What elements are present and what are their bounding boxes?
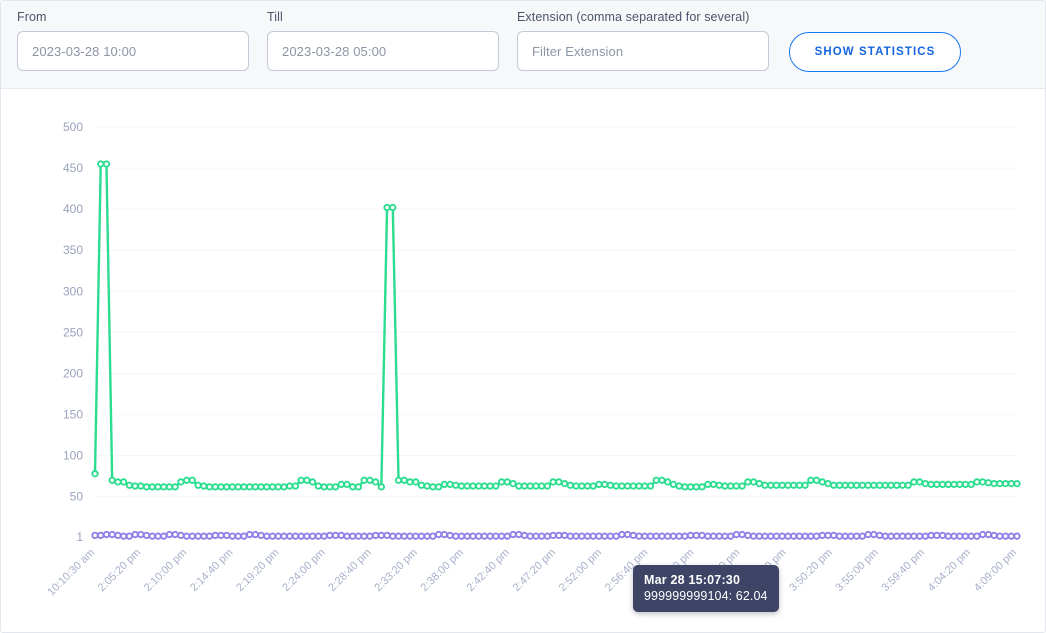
extension-label: Extension (comma separated for several) — [517, 10, 750, 24]
svg-text:350: 350 — [63, 243, 83, 257]
till-input[interactable]: 2023-03-28 05:00 — [267, 31, 499, 71]
svg-text:400: 400 — [63, 202, 83, 216]
chart-card: 1 50 100 150 200 250 300 350 400 450 500 10:10:30 a… — [17, 89, 1031, 618]
svg-text:50: 50 — [70, 490, 84, 504]
svg-text:2:47:20 pm: 2:47:20 pm — [511, 547, 558, 594]
from-input-value: 2023-03-28 10:00 — [32, 43, 137, 59]
svg-text:2:52:00 pm: 2:52:00 pm — [557, 547, 604, 594]
from-field-group: From 2023-03-28 10:00 — [17, 9, 249, 71]
chart-tooltip: Mar 28 15:07:30 999999999104: 62.04 — [633, 565, 779, 612]
from-label: From — [17, 10, 47, 24]
svg-text:1: 1 — [76, 530, 83, 544]
svg-text:2:10:00 pm: 2:10:00 pm — [142, 547, 189, 594]
svg-text:3:55:00 pm: 3:55:00 pm — [833, 547, 880, 594]
svg-text:150: 150 — [63, 408, 83, 422]
line-chart[interactable]: 1 50 100 150 200 250 300 350 400 450 500 10:10:30 a… — [17, 89, 1031, 618]
tooltip-value: 999999999104: 62.04 — [644, 589, 768, 603]
svg-text:2:05:20 pm: 2:05:20 pm — [96, 547, 143, 594]
svg-text:450: 450 — [63, 161, 83, 175]
till-field-group: Till 2023-03-28 05:00 — [267, 9, 499, 71]
svg-text:2:42:40 pm: 2:42:40 pm — [465, 547, 512, 594]
svg-text:10:10:30 am: 10:10:30 am — [45, 547, 97, 599]
svg-text:2:14:40 pm: 2:14:40 pm — [188, 547, 235, 594]
svg-text:3:50:20 pm: 3:50:20 pm — [787, 547, 834, 594]
svg-text:250: 250 — [63, 325, 83, 339]
svg-text:4:09:00 pm: 4:09:00 pm — [972, 547, 1019, 594]
extension-field-group: Extension (comma separated for several) … — [517, 9, 769, 71]
svg-text:2:19:20 pm: 2:19:20 pm — [234, 547, 281, 594]
svg-text:500: 500 — [63, 120, 83, 134]
svg-text:3:59:40 pm: 3:59:40 pm — [880, 547, 927, 594]
till-label: Till — [267, 10, 283, 24]
svg-text:200: 200 — [63, 366, 83, 380]
svg-text:2:24:00 pm: 2:24:00 pm — [280, 547, 327, 594]
svg-text:2:38:00 pm: 2:38:00 pm — [419, 547, 466, 594]
svg-text:300: 300 — [63, 284, 83, 298]
extension-input-placeholder: Filter Extension — [532, 43, 624, 59]
extension-input[interactable]: Filter Extension — [517, 31, 769, 71]
from-input[interactable]: 2023-03-28 10:00 — [17, 31, 249, 71]
filter-toolbar: From 2023-03-28 10:00 Till 2023-03-28 05… — [1, 1, 1045, 89]
svg-text:4:04:20 pm: 4:04:20 pm — [926, 547, 973, 594]
show-statistics-button[interactable]: SHOW STATISTICS — [789, 32, 961, 72]
statistics-page: From 2023-03-28 10:00 Till 2023-03-28 05… — [0, 0, 1046, 633]
tooltip-title: Mar 28 15:07:30 — [644, 573, 741, 587]
till-input-value: 2023-03-28 05:00 — [282, 43, 387, 59]
svg-text:2:28:40 pm: 2:28:40 pm — [326, 547, 373, 594]
chart-svg[interactable]: 15010015020025030035040045050010:10:30 a… — [17, 89, 1031, 618]
svg-text:100: 100 — [63, 449, 83, 463]
svg-text:2:33:20 pm: 2:33:20 pm — [372, 547, 419, 594]
